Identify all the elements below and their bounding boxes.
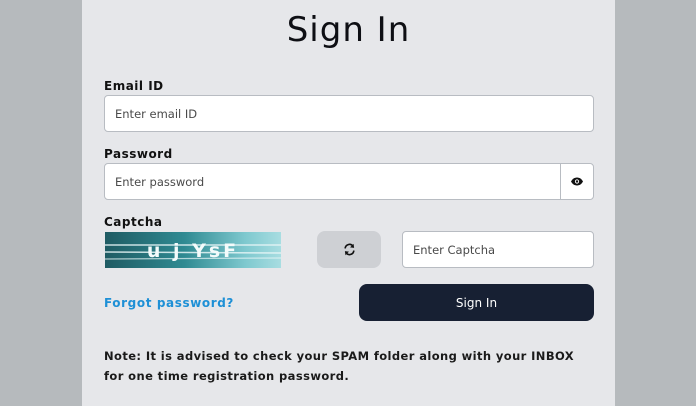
email-input[interactable]: [104, 95, 594, 132]
email-label: Email ID: [104, 79, 164, 93]
sign-in-card: Sign In Email ID Password Captcha: [82, 0, 615, 406]
password-input[interactable]: [104, 163, 594, 200]
eye-icon: [571, 177, 583, 186]
forgot-password-link[interactable]: Forgot password?: [104, 296, 234, 310]
captcha-image: u j YsF: [105, 232, 281, 268]
captcha-text: u j YsF: [147, 240, 239, 262]
password-label: Password: [104, 147, 173, 161]
page-title: Sign In: [286, 10, 411, 50]
sign-in-button[interactable]: Sign In: [359, 284, 594, 321]
captcha-input[interactable]: [402, 231, 594, 268]
show-password-toggle[interactable]: [560, 164, 593, 199]
refresh-icon: [343, 243, 355, 256]
refresh-captcha-button[interactable]: [317, 231, 381, 268]
captcha-label: Captcha: [104, 215, 163, 229]
spam-note: Note: It is advised to check your SPAM f…: [104, 349, 575, 383]
